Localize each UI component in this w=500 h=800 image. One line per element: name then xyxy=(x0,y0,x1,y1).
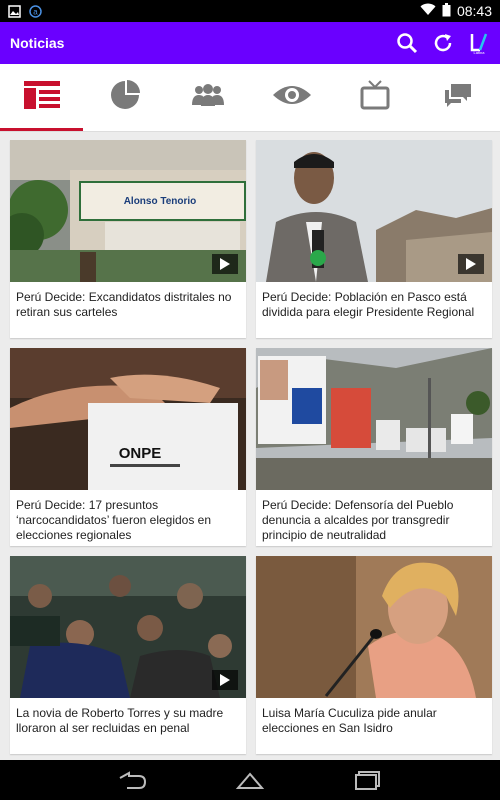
news-thumbnail: Alonso Tenorio xyxy=(10,140,246,282)
refresh-icon[interactable] xyxy=(432,32,454,54)
news-title: Perú Decide: Defensoría del Pueblo denun… xyxy=(262,498,454,542)
news-title: La novia de Roberto Torres y su madre ll… xyxy=(16,706,224,735)
back-icon[interactable] xyxy=(117,769,147,791)
news-title: Perú Decide: 17 presuntos ‘narcocandidat… xyxy=(16,498,212,542)
tab-tv[interactable] xyxy=(333,64,416,131)
system-nav-bar xyxy=(0,760,500,800)
brand-logo-icon[interactable]: Latina xyxy=(468,32,490,54)
news-card[interactable]: Perú Decide: Defensoría del Pueblo denun… xyxy=(256,348,492,546)
news-thumbnail xyxy=(10,556,246,698)
ballot-box-text: ONPE xyxy=(119,445,162,462)
image-icon xyxy=(8,4,21,18)
news-card[interactable]: Perú Decide: Población en Pasco está div… xyxy=(256,140,492,338)
svg-text:a: a xyxy=(33,7,38,16)
news-thumbnail: ONPE xyxy=(10,348,246,490)
tab-chat[interactable] xyxy=(417,64,500,131)
people-icon xyxy=(191,83,225,112)
news-thumbnail xyxy=(256,556,492,698)
tab-watch[interactable] xyxy=(250,64,333,131)
play-icon[interactable] xyxy=(212,670,238,690)
news-card[interactable]: ONPE Perú Decide: 17 presuntos ‘narcocan… xyxy=(10,348,246,546)
play-icon[interactable] xyxy=(458,254,484,274)
eye-icon xyxy=(272,83,312,112)
news-thumbnail xyxy=(256,348,492,490)
pie-chart-icon xyxy=(110,80,140,115)
wifi-icon xyxy=(420,3,436,19)
news-card[interactable]: La novia de Roberto Torres y su madre ll… xyxy=(10,556,246,754)
chat-icon xyxy=(443,82,473,113)
tab-news[interactable] xyxy=(0,64,84,131)
news-title: Perú Decide: Población en Pasco está div… xyxy=(262,290,475,319)
news-thumbnail xyxy=(256,140,492,282)
battery-icon xyxy=(442,2,451,20)
category-tabs xyxy=(0,64,500,132)
status-time: 08:43 xyxy=(456,3,492,19)
status-bar: a 08:43 xyxy=(0,0,500,22)
news-card[interactable]: Luisa María Cuculiza pide anular eleccio… xyxy=(256,556,492,754)
tab-people[interactable] xyxy=(167,64,250,131)
recent-apps-icon[interactable] xyxy=(353,769,383,791)
svg-text:Latina: Latina xyxy=(474,50,486,54)
news-title: Perú Decide: Excandidatos distritales no… xyxy=(16,290,232,319)
app-notification-icon: a xyxy=(29,4,42,18)
tab-polls[interactable] xyxy=(83,64,166,131)
app-title: Noticias xyxy=(10,35,65,51)
news-grid: Alonso Tenorio Perú Decide: Excandidatos… xyxy=(10,140,492,754)
tv-icon xyxy=(360,80,390,115)
banner-text: Alonso Tenorio xyxy=(124,196,197,207)
app-bar: Noticias Latina xyxy=(0,22,500,64)
home-icon[interactable] xyxy=(235,769,265,791)
news-title: Luisa María Cuculiza pide anular eleccio… xyxy=(262,706,437,735)
news-icon xyxy=(23,81,60,114)
play-icon[interactable] xyxy=(212,254,238,274)
news-card[interactable]: Alonso Tenorio Perú Decide: Excandidatos… xyxy=(10,140,246,338)
search-icon[interactable] xyxy=(396,32,418,54)
